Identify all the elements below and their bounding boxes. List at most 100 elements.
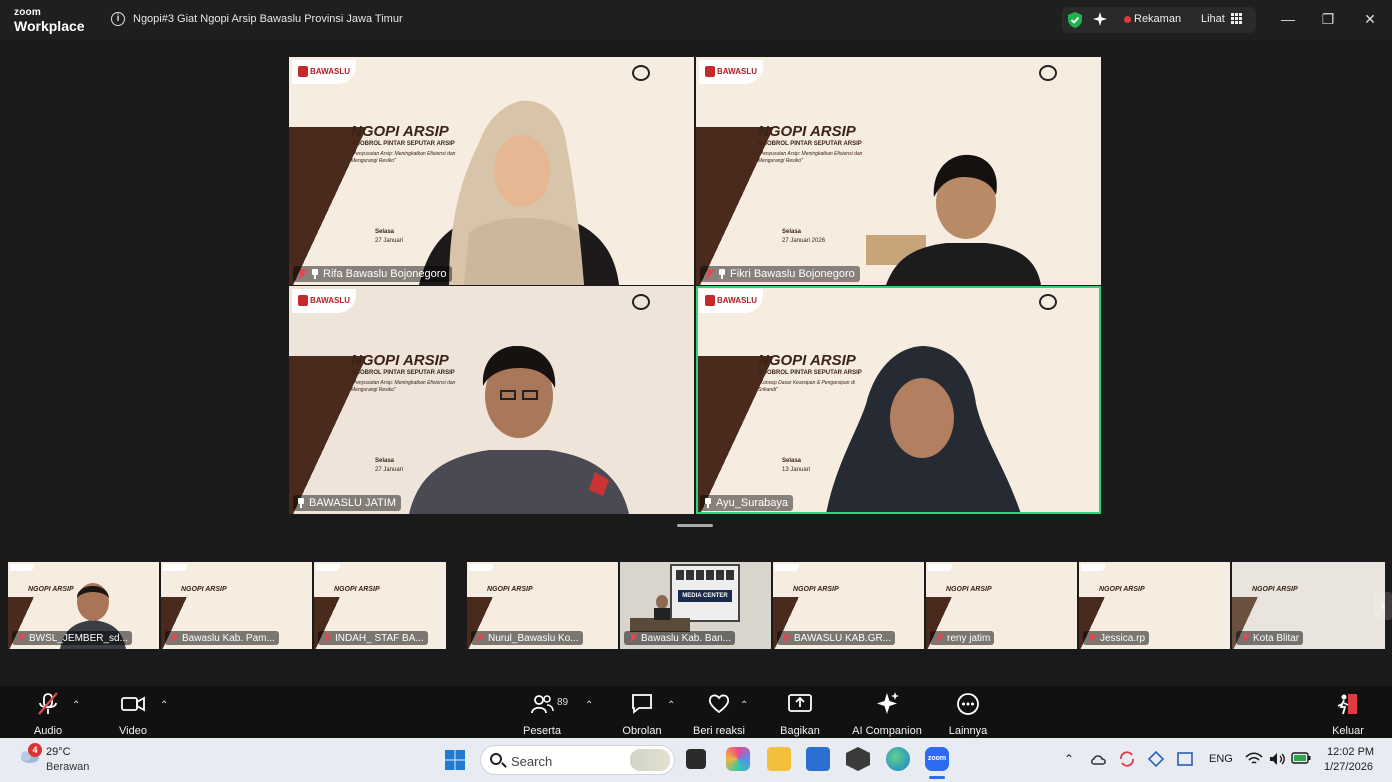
leave-button[interactable]: Keluar bbox=[1328, 690, 1368, 737]
recording-label[interactable]: Rekaman bbox=[1134, 13, 1181, 25]
close-button[interactable]: ✕ bbox=[1360, 10, 1380, 30]
participant-name-tag: BAWASLU JATIM bbox=[293, 495, 401, 511]
audio-label: Audio bbox=[33, 725, 63, 737]
slide-title: NGOPI ARSIP bbox=[1252, 586, 1298, 593]
active-app-indicator bbox=[929, 776, 945, 779]
gallery-thumbnail[interactable]: NGOPI ARSIP Kota Blitar bbox=[1232, 562, 1385, 649]
resize-drag-handle[interactable] bbox=[677, 524, 713, 527]
slide-date: 27 Januari 2026 bbox=[782, 238, 826, 244]
video-tile[interactable]: BAWASLU NGOPI ARSIP NGOBROL PINTAR SEPUT… bbox=[289, 57, 694, 285]
gallery-thumbnail[interactable]: NGOPI ARSIP BWSL_JEMBER_sd... bbox=[8, 562, 161, 649]
bawaslu-logo bbox=[469, 564, 493, 571]
minimize-button[interactable]: — bbox=[1278, 10, 1298, 30]
ai-sparkle-icon bbox=[877, 692, 899, 714]
meeting-info-icon[interactable]: i bbox=[111, 12, 125, 26]
gallery-thumbnail[interactable]: NGOPI ARSIP Jessica.rp bbox=[1079, 562, 1232, 649]
sync-icon[interactable] bbox=[1118, 750, 1136, 768]
gallery-thumbnail[interactable]: NGOPI ARSIP BAWASLU KAB.GR... bbox=[773, 562, 926, 649]
copilot-icon[interactable] bbox=[726, 747, 750, 771]
encryption-shield-icon[interactable] bbox=[1068, 12, 1082, 28]
participants-options-caret-icon[interactable]: ⌃ bbox=[585, 700, 593, 711]
bawaslu-logo: BAWASLU bbox=[699, 60, 763, 84]
participant-video bbox=[630, 595, 690, 632]
reactions-button[interactable]: Beri reaksi bbox=[692, 690, 746, 737]
onedrive-cloud-icon[interactable] bbox=[1090, 752, 1108, 766]
bawaslu-logo: BAWASLU bbox=[292, 60, 356, 84]
taskbar-search[interactable]: Search bbox=[480, 745, 675, 775]
gallery-thumbnail[interactable]: NGOPI ARSIP Bawaslu Kab. Pam... bbox=[161, 562, 314, 649]
participant-name: reny jatim bbox=[947, 632, 991, 644]
ai-companion-button[interactable]: AI Companion bbox=[850, 690, 924, 737]
clock-date[interactable]: 1/27/2026 bbox=[1324, 761, 1373, 773]
vpn-icon[interactable] bbox=[1147, 750, 1165, 768]
muted-mic-icon bbox=[1088, 633, 1097, 643]
video-tile[interactable]: BAWASLU NGOPI ARSIP NGOBROL PINTAR SEPUT… bbox=[289, 286, 694, 514]
muted-mic-icon bbox=[297, 268, 307, 280]
muted-mic-icon bbox=[782, 633, 791, 643]
gallery-thumbnail[interactable]: NGOPI ARSIP Nurul_Bawaslu Ko... bbox=[467, 562, 620, 649]
weather-condition[interactable]: Berawan bbox=[46, 761, 89, 773]
more-button[interactable]: Lainnya bbox=[946, 690, 990, 737]
input-language[interactable]: ENG bbox=[1209, 753, 1233, 765]
muted-mic-icon bbox=[170, 633, 179, 643]
microsoft-store-icon[interactable] bbox=[806, 747, 830, 771]
chat-button[interactable]: Obrolan bbox=[620, 690, 664, 737]
zoom-app-icon[interactable]: zoom bbox=[925, 747, 949, 771]
video-button[interactable]: Video bbox=[113, 690, 153, 737]
video-tile-active-speaker[interactable]: BAWASLU NGOPI ARSIP NGOBROL PINTAR SEPUT… bbox=[696, 286, 1101, 514]
calendar-tray-icon[interactable] bbox=[1176, 750, 1194, 768]
slide-title: NGOPI ARSIP bbox=[1099, 586, 1145, 593]
participant-name: Kota Blitar bbox=[1253, 632, 1300, 644]
participant-video bbox=[409, 346, 629, 514]
heart-icon bbox=[708, 694, 730, 714]
task-view-icon[interactable] bbox=[686, 749, 706, 769]
slide-subtitle: NGOBROL PINTAR SEPUTAR ARSIP bbox=[758, 141, 862, 147]
app-cube-icon[interactable] bbox=[846, 747, 870, 771]
reactions-options-caret-icon[interactable]: ⌃ bbox=[740, 700, 748, 711]
share-button[interactable]: Bagikan bbox=[778, 690, 822, 737]
battery-icon[interactable] bbox=[1291, 752, 1311, 764]
muted-mic-icon bbox=[629, 633, 638, 643]
gallery-thumbnail[interactable]: NGOPI ARSIP INDAH_ STAF BA... bbox=[314, 562, 448, 649]
volume-icon[interactable] bbox=[1268, 751, 1286, 767]
gallery-thumbnail[interactable]: NGOPI ARSIP reny jatim bbox=[926, 562, 1079, 649]
tray-overflow-chevron-icon[interactable]: ⌃ bbox=[1064, 752, 1074, 766]
participant-name-tag: Jessica.rp bbox=[1083, 631, 1150, 645]
bawaslu-logo bbox=[928, 564, 952, 571]
slide-day: Selasa bbox=[375, 229, 395, 235]
muted-mic-icon bbox=[935, 633, 944, 643]
edge-browser-icon[interactable] bbox=[886, 747, 910, 771]
windows-start-icon[interactable] bbox=[444, 749, 466, 771]
participant-name: Jessica.rp bbox=[1100, 632, 1146, 644]
pin-icon bbox=[704, 498, 712, 508]
wifi-icon[interactable] bbox=[1245, 751, 1263, 767]
muted-mic-icon bbox=[17, 633, 26, 643]
ngopi-badge-icon bbox=[632, 65, 650, 81]
participant-name-tag: BAWASLU KAB.GR... bbox=[777, 631, 896, 645]
audio-options-caret-icon[interactable]: ⌃ bbox=[72, 700, 80, 711]
participant-name-tag: Kota Blitar bbox=[1236, 631, 1304, 645]
clock-time[interactable]: 12:02 PM bbox=[1327, 746, 1374, 758]
gallery-thumbnail[interactable]: MEDIA CENTER Bawaslu Kab. Ban... bbox=[620, 562, 773, 649]
video-tile[interactable]: BAWASLU NGOPI ARSIP NGOBROL PINTAR SEPUT… bbox=[696, 57, 1101, 285]
gallery-next-arrow-icon[interactable]: › bbox=[1374, 592, 1392, 620]
chat-options-caret-icon[interactable]: ⌃ bbox=[667, 700, 675, 711]
camera-icon bbox=[121, 696, 145, 712]
participant-name: Ayu_Surabaya bbox=[716, 497, 788, 509]
grid-view-icon[interactable] bbox=[1231, 13, 1242, 24]
audio-button[interactable]: Audio bbox=[28, 690, 68, 737]
share-screen-icon bbox=[788, 694, 812, 712]
ai-companion-spark-icon[interactable] bbox=[1092, 11, 1108, 27]
search-placeholder: Search bbox=[511, 754, 553, 769]
participant-count: 89 bbox=[557, 697, 569, 708]
restore-button[interactable]: ❐ bbox=[1318, 10, 1338, 30]
video-options-caret-icon[interactable]: ⌃ bbox=[160, 700, 168, 711]
meeting-status-group: Rekaman Lihat bbox=[1062, 7, 1256, 33]
chat-icon bbox=[632, 694, 652, 714]
more-label: Lainnya bbox=[948, 725, 988, 737]
file-explorer-icon[interactable] bbox=[767, 747, 791, 771]
temperature[interactable]: 29°C bbox=[46, 746, 71, 758]
bawaslu-logo bbox=[316, 564, 340, 571]
view-button[interactable]: Lihat bbox=[1201, 13, 1225, 25]
participant-video bbox=[419, 100, 619, 285]
